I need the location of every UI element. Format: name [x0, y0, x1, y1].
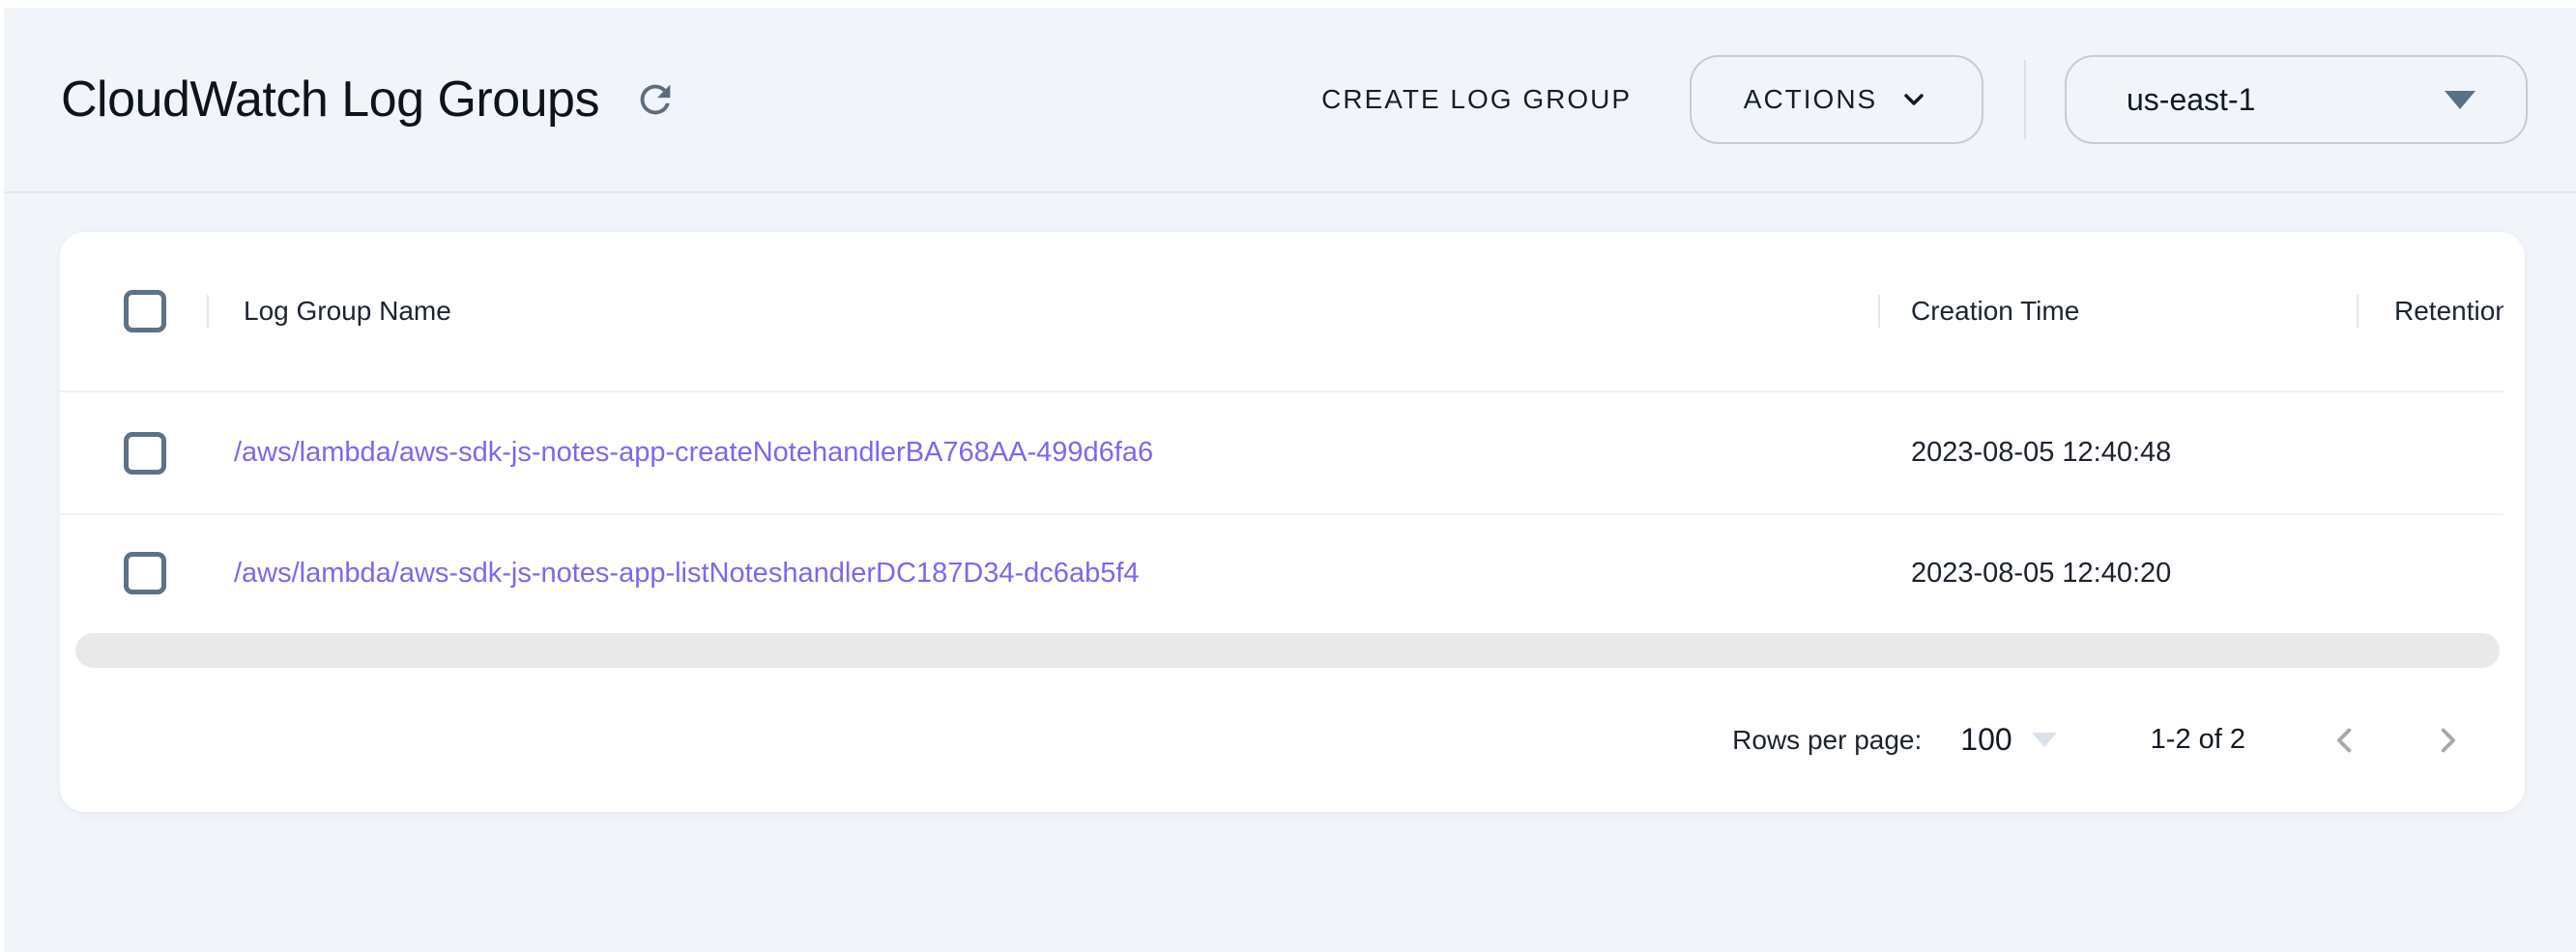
rows-per-page-select[interactable]: 100: [1960, 722, 2056, 758]
actions-button[interactable]: ACTIONS: [1690, 55, 1983, 144]
log-group-name-cell: /aws/lambda/aws-sdk-js-notes-app-createN…: [209, 437, 1878, 469]
horizontal-scrollbar-thumb[interactable]: [75, 633, 2500, 668]
next-page-button[interactable]: [2426, 719, 2469, 762]
row-checkbox[interactable]: [124, 432, 166, 475]
pagination-range: 1-2 of 2: [2151, 724, 2245, 756]
rows-per-page-label: Rows per page:: [1732, 725, 1922, 756]
chevron-right-icon: [2427, 720, 2468, 761]
triangle-down-icon: [2032, 733, 2057, 747]
log-group-link[interactable]: /aws/lambda/aws-sdk-js-notes-app-createN…: [234, 437, 1153, 468]
column-spacer: [2357, 557, 2359, 590]
select-all-checkbox[interactable]: [124, 290, 166, 332]
horizontal-scrollbar-track: [60, 631, 2525, 670]
row-checkbox[interactable]: [124, 552, 166, 594]
prev-page-button[interactable]: [2324, 719, 2366, 762]
pagination-bar: Rows per page: 100 1-2 of 2: [60, 670, 2525, 810]
actions-button-label: ACTIONS: [1744, 84, 1877, 115]
table-row: /aws/lambda/aws-sdk-js-notes-app-createN…: [60, 392, 2504, 515]
log-groups-card: Log Group Name Creation Time Retention /…: [60, 232, 2525, 812]
triangle-down-icon: [2445, 91, 2475, 109]
region-select-value: us-east-1: [2127, 82, 2255, 118]
log-group-link[interactable]: /aws/lambda/aws-sdk-js-notes-app-listNot…: [234, 558, 1140, 589]
row-checkbox-cell: [60, 552, 207, 594]
refresh-icon: [633, 77, 678, 122]
column-header-creation-time: Creation Time: [1880, 296, 2357, 327]
create-log-group-button[interactable]: CREATE LOG GROUP: [1298, 65, 1655, 134]
chevron-left-icon: [2325, 720, 2365, 761]
table-row: /aws/lambda/aws-sdk-js-notes-app-listNot…: [60, 515, 2504, 631]
header-actions: CREATE LOG GROUP ACTIONS us-east-1: [1298, 55, 2528, 144]
app-background: CloudWatch Log Groups CREATE LOG GROUP A…: [4, 8, 2576, 952]
column-header-log-group-name: Log Group Name: [209, 296, 1878, 327]
region-select[interactable]: us-east-1: [2065, 55, 2528, 144]
refresh-button[interactable]: [628, 72, 682, 127]
row-checkbox-cell: [60, 432, 207, 475]
creation-time-cell: 2023-08-05 12:40:48: [1880, 437, 2357, 469]
select-all-cell: [60, 290, 207, 332]
table-header-row: Log Group Name Creation Time Retention: [60, 232, 2504, 392]
creation-time-cell: 2023-08-05 12:40:20: [1880, 558, 2357, 590]
chevron-down-icon: [1898, 84, 1929, 115]
rows-per-page-value: 100: [1960, 722, 2012, 758]
column-spacer: [2357, 437, 2359, 470]
page-header: CloudWatch Log Groups CREATE LOG GROUP A…: [4, 8, 2576, 193]
column-header-retention: Retention: [2359, 296, 2504, 327]
page-title: CloudWatch Log Groups: [61, 71, 599, 129]
table-scroll-viewport: Log Group Name Creation Time Retention /…: [60, 232, 2504, 631]
vertical-divider: [2024, 60, 2026, 139]
log-group-name-cell: /aws/lambda/aws-sdk-js-notes-app-listNot…: [209, 558, 1878, 590]
